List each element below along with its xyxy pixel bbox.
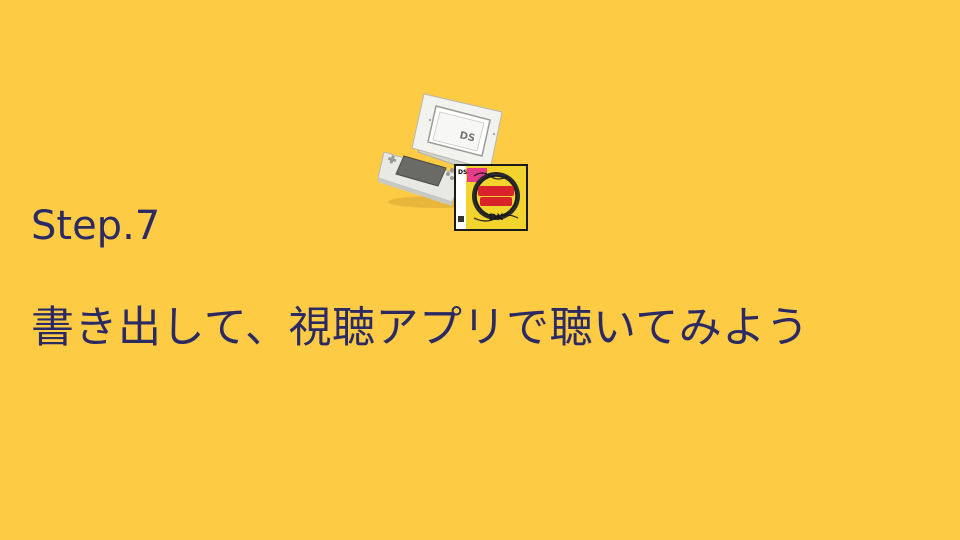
svg-text:DS: DS — [458, 169, 467, 176]
step-label: Step.7 — [31, 203, 161, 249]
nintendo-ds-icon: DS DS DX — [377, 90, 530, 232]
slide: DS DS DX Step.7 書き出して、視聴アプリで聴いてみよう — [0, 0, 960, 540]
game-cartridge-icon: DS DX — [454, 164, 528, 231]
ds-top-half: DS — [411, 93, 503, 171]
step-instruction: 書き出して、視聴アプリで聴いてみよう — [31, 303, 810, 353]
